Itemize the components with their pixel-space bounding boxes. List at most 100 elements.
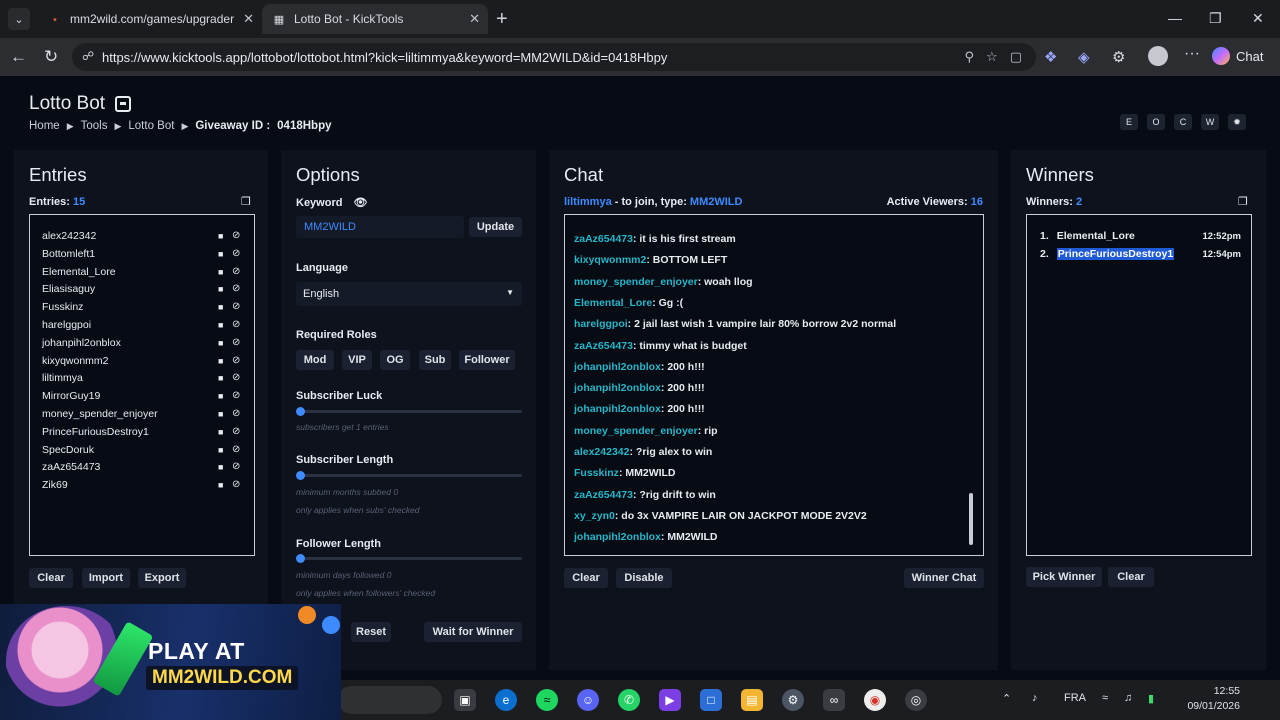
remove-entry-icon[interactable]: ■ bbox=[218, 249, 223, 259]
chat-clear-button[interactable]: Clear bbox=[564, 568, 608, 588]
sub-luck-slider[interactable] bbox=[296, 407, 522, 416]
role-og-button[interactable]: OG bbox=[380, 350, 410, 370]
chat-username[interactable]: Elemental_Lore bbox=[574, 297, 652, 309]
eye-icon[interactable]: 👁 bbox=[354, 197, 368, 209]
chat-scrollbar[interactable] bbox=[969, 493, 973, 545]
minimize-icon[interactable]: — bbox=[1168, 10, 1182, 26]
language-select[interactable]: English ▼ bbox=[296, 282, 522, 306]
back-icon[interactable]: ← bbox=[10, 47, 27, 67]
extensions-puzzle-icon[interactable]: ⚙ bbox=[1112, 48, 1125, 66]
chat-username[interactable]: zaAz654473 bbox=[574, 233, 633, 245]
taskbar-search[interactable] bbox=[338, 686, 442, 714]
ban-icon[interactable]: ⊘ bbox=[232, 266, 240, 277]
more-menu-icon[interactable]: ··· bbox=[1184, 45, 1200, 63]
follow-length-slider[interactable] bbox=[296, 554, 522, 563]
remove-entry-icon[interactable]: ■ bbox=[218, 480, 223, 490]
restore-icon[interactable]: ❐ bbox=[1209, 10, 1222, 27]
close-tab-icon[interactable]: ✕ bbox=[469, 11, 480, 27]
theme-w-button[interactable]: W bbox=[1201, 114, 1219, 130]
tab-upgrader[interactable]: ⋆ mm2wild.com/games/upgrader ✕ bbox=[38, 4, 262, 34]
role-follower-button[interactable]: Follower bbox=[459, 350, 515, 370]
chat-username[interactable]: johanpihl2onblox bbox=[574, 382, 661, 394]
edge-icon[interactable]: e bbox=[495, 689, 517, 711]
ban-icon[interactable]: ⊘ bbox=[232, 337, 240, 348]
chat-username[interactable]: money_spender_enjoyer bbox=[574, 425, 698, 437]
chat-username[interactable]: Fusskinz bbox=[574, 467, 619, 479]
sub-length-slider[interactable] bbox=[296, 471, 522, 480]
ad-banner[interactable]: PLAY AT MM2WILD.COM bbox=[0, 604, 341, 720]
import-button[interactable]: Import bbox=[82, 568, 130, 588]
new-tab-button[interactable]: + bbox=[496, 8, 508, 30]
copy-icon[interactable]: ❐ bbox=[1238, 195, 1248, 208]
file-explorer-icon[interactable]: ▤ bbox=[741, 689, 763, 711]
profile-avatar[interactable] bbox=[1148, 46, 1168, 66]
chat-username[interactable]: harelggpoi bbox=[574, 318, 628, 330]
remove-entry-icon[interactable]: ■ bbox=[218, 445, 223, 455]
language-indicator[interactable]: FRA bbox=[1064, 692, 1086, 704]
copilot-ext-icon[interactable]: ◈ bbox=[1078, 48, 1090, 66]
remove-entry-icon[interactable]: ■ bbox=[218, 302, 223, 312]
ban-icon[interactable]: ⊘ bbox=[232, 319, 240, 330]
chrome-icon[interactable]: ◉ bbox=[864, 689, 886, 711]
slider-knob[interactable] bbox=[296, 471, 305, 480]
ban-icon[interactable]: ⊘ bbox=[232, 301, 240, 312]
pick-winner-button[interactable]: Pick Winner bbox=[1026, 567, 1102, 587]
ban-icon[interactable]: ⊘ bbox=[232, 390, 240, 401]
settings-icon[interactable]: ⚙ bbox=[782, 689, 804, 711]
ban-icon[interactable]: ⊘ bbox=[232, 444, 240, 455]
chat-username[interactable]: alex242342 bbox=[574, 446, 629, 458]
update-button[interactable]: Update bbox=[469, 217, 522, 237]
remove-entry-icon[interactable]: ■ bbox=[218, 338, 223, 348]
ban-icon[interactable]: ⊘ bbox=[232, 426, 240, 437]
app-icon[interactable]: □ bbox=[700, 689, 722, 711]
chat-log[interactable]: zaAz654473: it is his first stream kixyqw… bbox=[564, 214, 984, 556]
slider-knob[interactable] bbox=[296, 554, 305, 563]
remove-entry-icon[interactable]: ■ bbox=[218, 391, 223, 401]
theme-o-button[interactable]: O bbox=[1147, 114, 1165, 130]
theme-e-button[interactable]: E bbox=[1120, 114, 1138, 130]
chat-username[interactable]: money_spender_enjoyer bbox=[574, 276, 698, 288]
reset-button[interactable]: Reset bbox=[351, 622, 391, 642]
ban-icon[interactable]: ⊘ bbox=[232, 408, 240, 419]
ban-icon[interactable]: ⊘ bbox=[232, 372, 240, 383]
keyword-input[interactable]: MM2WILD bbox=[296, 216, 464, 238]
chat-username[interactable]: johanpihl2onblox bbox=[574, 361, 661, 373]
wait-for-winner-button[interactable]: Wait for Winner bbox=[424, 622, 522, 642]
tray-chevron-icon[interactable]: ⌃ bbox=[1002, 692, 1011, 705]
clock[interactable]: 12:55 09/01/2026 bbox=[1187, 684, 1240, 714]
winner-row-2[interactable]: 2. PrinceFuriousDestroy1 bbox=[1040, 248, 1175, 260]
close-tab-icon[interactable]: ✕ bbox=[243, 11, 254, 27]
discord-icon[interactable]: ☺ bbox=[577, 689, 599, 711]
theme-c-button[interactable]: C bbox=[1174, 114, 1192, 130]
remove-entry-icon[interactable]: ■ bbox=[218, 373, 223, 383]
entries-clear-button[interactable]: Clear bbox=[29, 568, 73, 588]
obs-icon[interactable]: ◎ bbox=[905, 689, 927, 711]
breadcrumb-lottobot[interactable]: Lotto Bot bbox=[128, 120, 174, 132]
microphone-icon[interactable]: ♪ bbox=[1032, 692, 1038, 704]
site-info-icon[interactable]: ☍ bbox=[82, 49, 94, 63]
close-window-icon[interactable]: ✕ bbox=[1252, 10, 1264, 27]
chat-username[interactable]: kixyqwonmm2 bbox=[574, 254, 646, 266]
extension-icon[interactable]: ❖ bbox=[1044, 48, 1057, 66]
chat-username[interactable]: zaAz654473 bbox=[574, 340, 633, 352]
ban-icon[interactable]: ⊘ bbox=[232, 283, 240, 294]
role-vip-button[interactable]: VIP bbox=[342, 350, 372, 370]
theme-sun-button[interactable]: ✹ bbox=[1228, 114, 1246, 130]
reload-icon[interactable]: ↻ bbox=[44, 47, 58, 67]
chat-username[interactable]: zaAz654473 bbox=[574, 489, 633, 501]
wifi-icon[interactable]: ≈ bbox=[1102, 692, 1108, 704]
winners-clear-button[interactable]: Clear bbox=[1108, 567, 1154, 587]
ban-icon[interactable]: ⊘ bbox=[232, 355, 240, 366]
visual-studio-icon[interactable]: ∞ bbox=[823, 689, 845, 711]
spotify-icon[interactable]: ≈ bbox=[536, 689, 558, 711]
copy-icon[interactable]: ❐ bbox=[241, 195, 251, 208]
role-sub-button[interactable]: Sub bbox=[419, 350, 451, 370]
chat-username[interactable]: johanpihl2onblox bbox=[574, 531, 661, 543]
favorite-star-icon[interactable]: ☆ bbox=[986, 49, 998, 65]
tracking-icon[interactable]: ▢ bbox=[1010, 49, 1022, 65]
volume-icon[interactable]: ♫ bbox=[1124, 692, 1132, 704]
export-button[interactable]: Export bbox=[138, 568, 186, 588]
copilot-chat-button[interactable]: Chat bbox=[1212, 45, 1263, 67]
chat-username[interactable]: xy_zyn0 bbox=[574, 510, 615, 522]
remove-entry-icon[interactable]: ■ bbox=[218, 267, 223, 277]
